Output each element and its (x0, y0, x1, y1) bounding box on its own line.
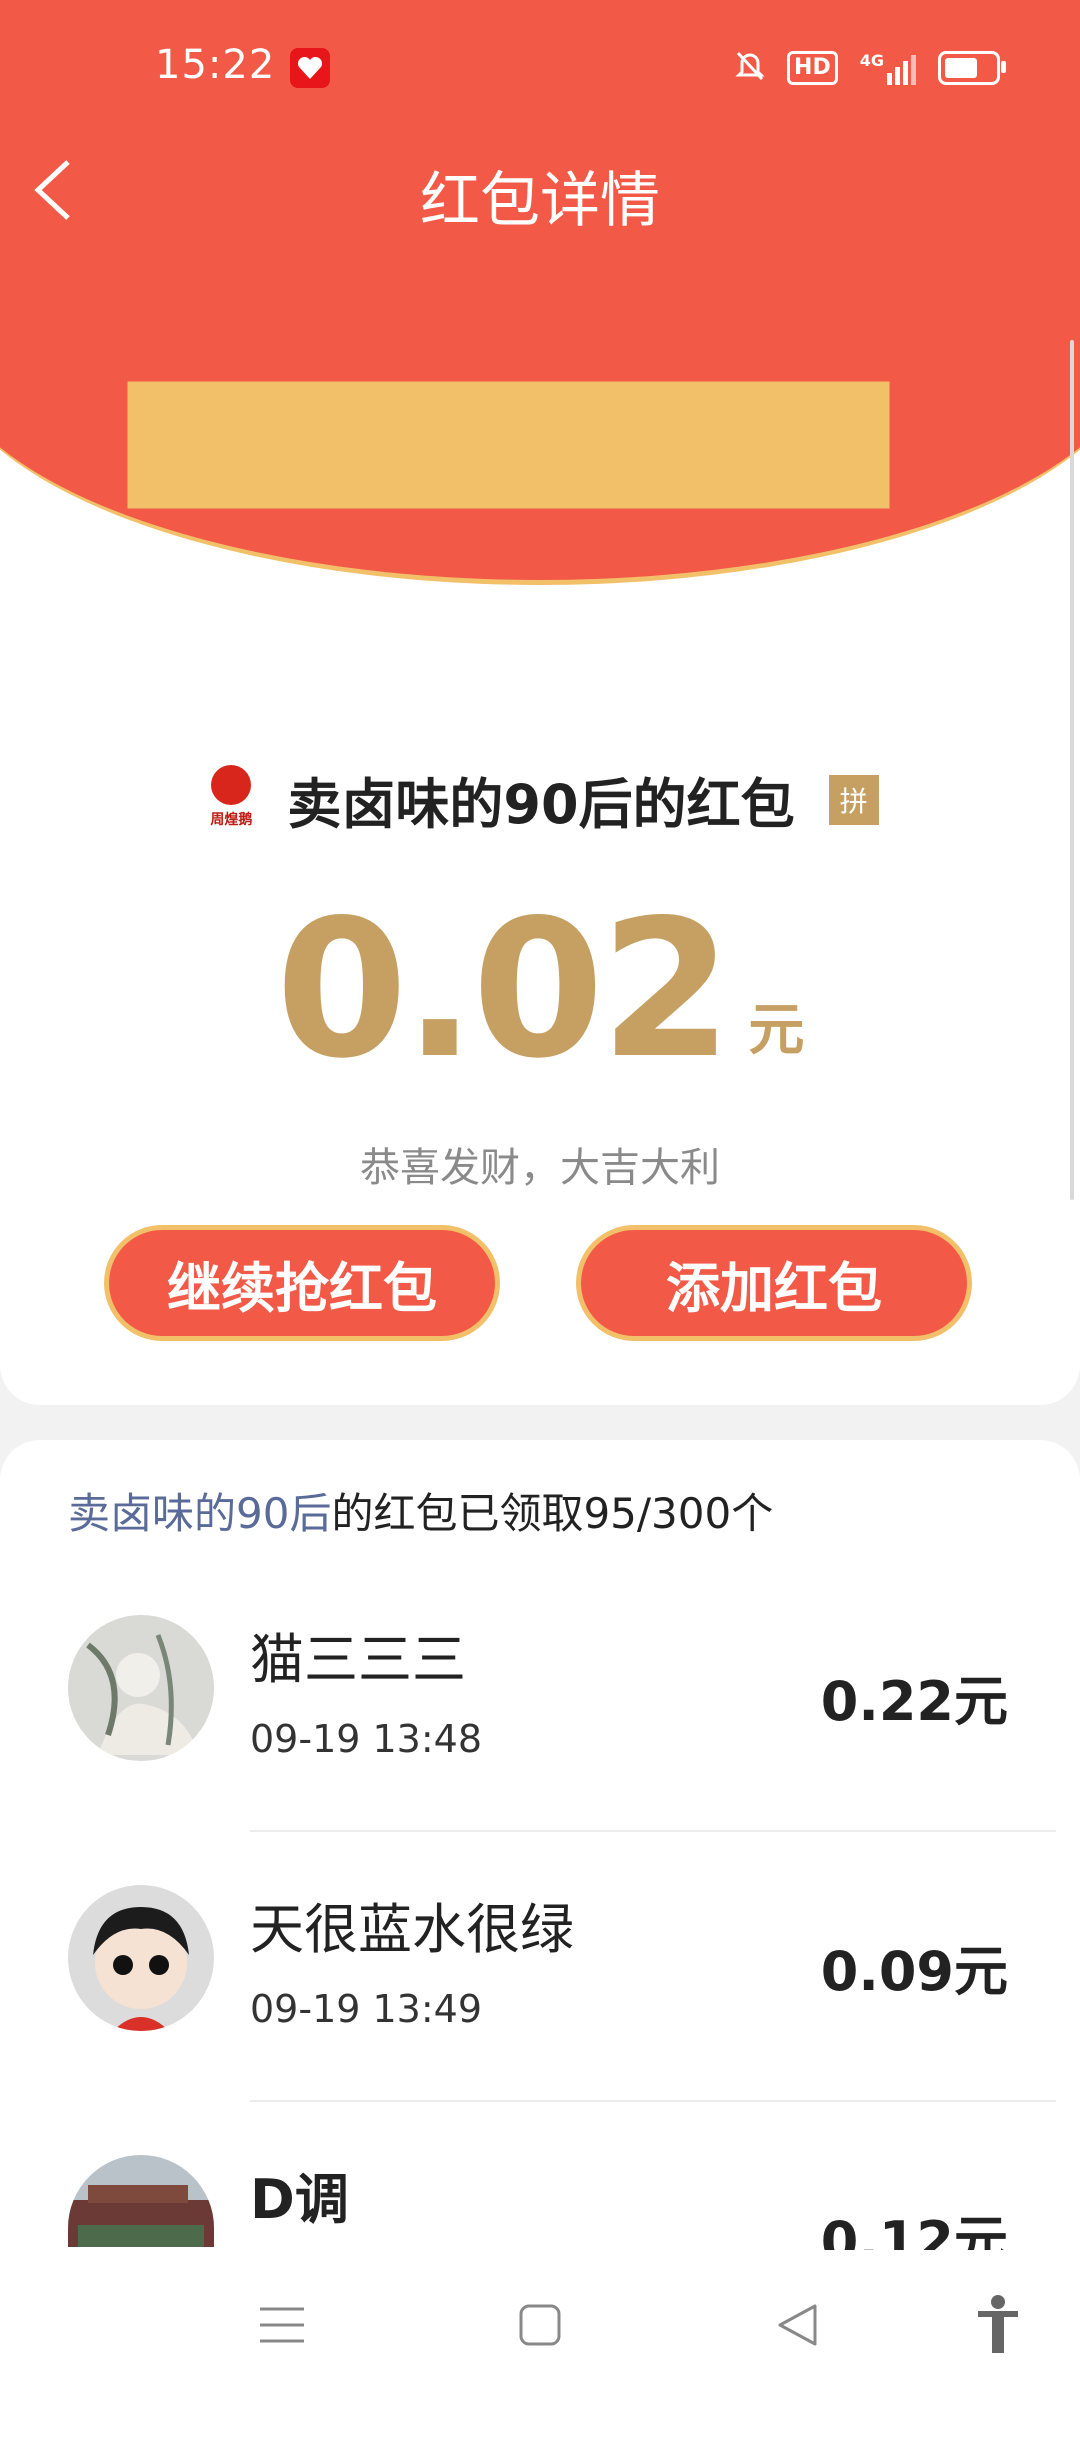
claim-time: 09-19 13:49 (250, 1987, 483, 2031)
bell-off-icon (735, 50, 765, 86)
sender-name: 卖卤味的90后的红包 (287, 773, 795, 836)
accessibility-button[interactable] (968, 2290, 1028, 2360)
signal-icon: 4G (860, 51, 916, 85)
triangle-back-icon (778, 2304, 817, 2346)
hd-badge: HD (787, 51, 838, 85)
amount-unit: 元 (748, 998, 805, 1063)
app-notification-icon (290, 48, 330, 88)
claim-time: 09-19 13:48 (250, 1717, 483, 1761)
divider (250, 2100, 1056, 2102)
claim-amount: 0.09元 (820, 1940, 1008, 2003)
status-bar: 15:22 HD 4G (0, 0, 1080, 135)
continue-grab-button[interactable]: 继续抢红包 (104, 1225, 500, 1341)
avatar (68, 1885, 214, 2031)
avatar (68, 2155, 214, 2247)
claim-summary: 卖卤味的90后的红包已领取95/300个 (68, 1480, 773, 1541)
battery-icon (938, 51, 1006, 85)
divider (250, 1830, 1056, 1832)
status-indicators: HD 4G (735, 50, 1006, 86)
logo-text: 周煌鹅 (210, 811, 253, 828)
claimer-name: D调 (250, 2168, 349, 2231)
sender-logo: 周煌鹅 (201, 764, 261, 835)
network-type: 4G (859, 51, 884, 70)
list-item[interactable]: 天很蓝水很绿 09-19 13:49 0.09元 (0, 1885, 1080, 2155)
scroll-indicator (1070, 340, 1074, 1200)
claimer-name: 天很蓝水很绿 (250, 1898, 574, 1961)
square-home-icon (519, 2304, 561, 2346)
amount-value: 0.02 (275, 879, 733, 1100)
claim-amount: 0.22元 (820, 1670, 1008, 1733)
goose-logo-icon (211, 764, 252, 805)
pin-badge: 拼 (828, 774, 879, 825)
accessibility-icon (978, 2295, 1018, 2353)
page-title: 红包详情 (420, 166, 660, 236)
amount-row: 0.02 元 (0, 879, 1080, 1100)
claimer-name: 猫三三三 (250, 1628, 466, 1691)
nav-back-button[interactable] (768, 2290, 828, 2360)
summary-text: 的红包已领取95/300个 (331, 1489, 774, 1538)
sender-row: 周煌鹅 卖卤味的90后的红包 拼 (0, 760, 1080, 839)
top-card: 15:22 HD 4G 红包详情 周煌鹅 卖卤味的90后的红包 拼 0.02 元… (0, 0, 1080, 1405)
menu-button[interactable] (252, 2290, 312, 2360)
avatar (68, 1615, 214, 1761)
menu-icon (260, 2307, 304, 2343)
owner-link[interactable]: 卖卤味的90后 (68, 1489, 331, 1538)
system-nav-bar (0, 2250, 1080, 2400)
status-time: 15:22 (155, 42, 276, 88)
home-button[interactable] (510, 2290, 570, 2360)
add-redpacket-button[interactable]: 添加红包 (576, 1225, 972, 1341)
list-item[interactable]: 猫三三三 09-19 13:48 0.22元 (0, 1615, 1080, 1885)
blessing-text: 恭喜发财，大吉大利 (360, 1145, 720, 1191)
